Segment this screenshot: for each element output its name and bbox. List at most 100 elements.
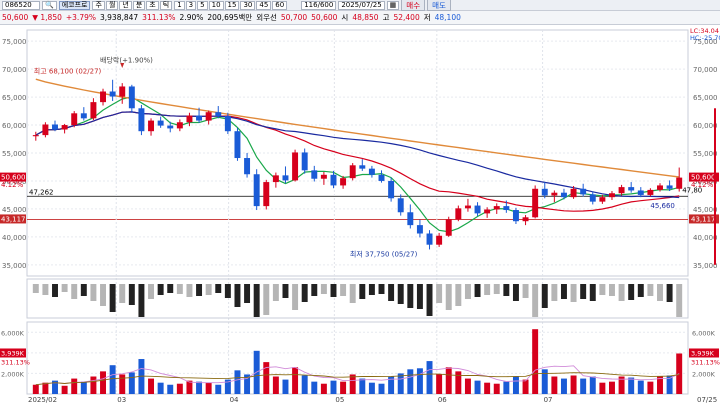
count-field[interactable]: 116/600 — [301, 0, 337, 10]
interval-button-0[interactable]: 1 — [174, 0, 185, 10]
netbuy-bar — [522, 284, 529, 298]
volume-bar — [282, 379, 289, 394]
candle-body — [618, 187, 625, 194]
volume-bar — [464, 378, 471, 394]
netbuy-bar — [484, 284, 491, 295]
netbuy-bar — [416, 284, 423, 309]
netbuy-bar — [589, 284, 596, 301]
y-tick-label-right: 40,000 — [693, 234, 718, 242]
volume-bar — [349, 374, 356, 394]
netbuy-bar — [301, 284, 308, 302]
candle-body — [368, 168, 375, 175]
netbuy-bar — [167, 284, 174, 293]
y-tick-label-right: 65,000 — [693, 94, 718, 102]
netbuy-bar — [436, 284, 443, 303]
high-annotation: 최고 68,100 (02/27) — [34, 67, 102, 76]
stock-code-input[interactable]: 086520 — [2, 0, 40, 10]
netbuy-bar — [42, 284, 49, 295]
calendar-icon[interactable]: ▦ — [386, 0, 400, 10]
volume-bar — [176, 383, 183, 394]
candle-body — [359, 165, 366, 169]
netbuy-bar — [512, 284, 519, 301]
netbuy-bar — [340, 284, 347, 296]
y-tick-label-right: 35,000 — [693, 262, 718, 270]
current-price: 50,600 — [2, 13, 29, 22]
netbuy-bar — [628, 284, 635, 300]
interval-button-4[interactable]: 15 — [224, 0, 240, 10]
price-change-pct: +3.79% — [65, 13, 96, 22]
period-button-5[interactable]: 틱 — [159, 0, 173, 10]
interval-button-5[interactable]: 30 — [240, 0, 256, 10]
ma-value-label: 45,660 — [650, 202, 675, 210]
candle-body — [512, 210, 519, 222]
netbuy-bar — [599, 284, 606, 295]
sell-button[interactable]: 매도 — [427, 0, 451, 11]
candle-body — [493, 206, 500, 210]
netbuy-bar — [580, 284, 587, 299]
high-label: 고 — [382, 13, 390, 22]
volume-bar — [167, 384, 174, 394]
netbuy-bar — [320, 284, 327, 294]
candle-body — [282, 175, 289, 181]
period-button-4[interactable]: 초 — [146, 0, 159, 10]
candle-body — [599, 197, 606, 202]
left-lower-tag-label: 43,117 — [1, 215, 26, 223]
candle-body — [580, 188, 587, 195]
candle-body — [340, 178, 347, 186]
x-tick-label: 2025/02 — [28, 396, 57, 404]
prev-label: 외우선 — [256, 13, 277, 22]
interval-button-6[interactable]: 45 — [256, 0, 272, 10]
volume-bar — [560, 378, 567, 394]
interval-button-3[interactable]: 10 — [208, 0, 224, 10]
candle-body — [532, 188, 539, 218]
period-button-0[interactable]: 주 — [92, 0, 105, 10]
interval-button-7[interactable]: 60 — [272, 0, 288, 10]
volume-bar — [368, 382, 375, 394]
interval-button-2[interactable]: 5 — [197, 0, 208, 10]
candle-body — [61, 125, 68, 130]
stock-name-button[interactable]: 에코프로 — [58, 0, 91, 10]
netbuy-bar — [676, 284, 683, 317]
volume-bar — [301, 375, 308, 394]
candle-body — [234, 131, 241, 159]
candle-body — [397, 198, 404, 213]
stock-chart[interactable]: 75,000 75,00070,000 70,00065,000 65,00060,0… — [0, 26, 720, 404]
low-label: 저 — [423, 13, 431, 22]
volume-bar — [589, 376, 596, 394]
candle-body — [167, 125, 174, 129]
candle-body — [474, 205, 481, 214]
ref-price-label: 47,262 — [29, 188, 54, 196]
period-button-3[interactable]: 분 — [132, 0, 146, 10]
period-button-2[interactable]: 년 — [119, 0, 132, 10]
search-icon[interactable]: 🔍 — [42, 0, 57, 10]
candle-body — [455, 208, 462, 220]
volume-bar — [148, 378, 155, 394]
candle-body — [551, 192, 558, 196]
price-change: ▼ 1,850 — [32, 13, 62, 22]
period-button-1[interactable]: 월 — [105, 0, 119, 10]
volume-tag-label: 3,939K — [691, 349, 715, 357]
low-value: 48,100 — [434, 13, 461, 22]
netbuy-bar — [292, 284, 299, 310]
volume-tick-left: 6,000K — [1, 329, 25, 337]
high-value: 52,400 — [393, 13, 420, 22]
netbuy-bar — [609, 284, 615, 296]
netbuy-bar — [560, 284, 567, 299]
volume-bar — [551, 376, 558, 394]
netbuy-bar — [637, 284, 644, 297]
volume-bar — [503, 381, 510, 394]
date-field[interactable]: 2025/07/25 — [338, 0, 385, 10]
netbuy-bar — [541, 284, 548, 308]
netbuy-bar — [119, 284, 126, 303]
buy-button[interactable]: 매수 — [401, 0, 426, 11]
y-tick-label-left: 45,000 — [2, 206, 27, 214]
y-tick-label-right: 45,000 — [693, 206, 718, 214]
candle-body — [186, 115, 193, 123]
interval-button-1[interactable]: 3 — [185, 0, 197, 10]
netbuy-bar — [148, 284, 155, 299]
volume-bar — [609, 381, 615, 394]
netbuy-bar — [263, 284, 270, 315]
candle-body — [32, 135, 39, 137]
volume-bar — [109, 365, 116, 394]
volume-bar — [628, 377, 635, 394]
